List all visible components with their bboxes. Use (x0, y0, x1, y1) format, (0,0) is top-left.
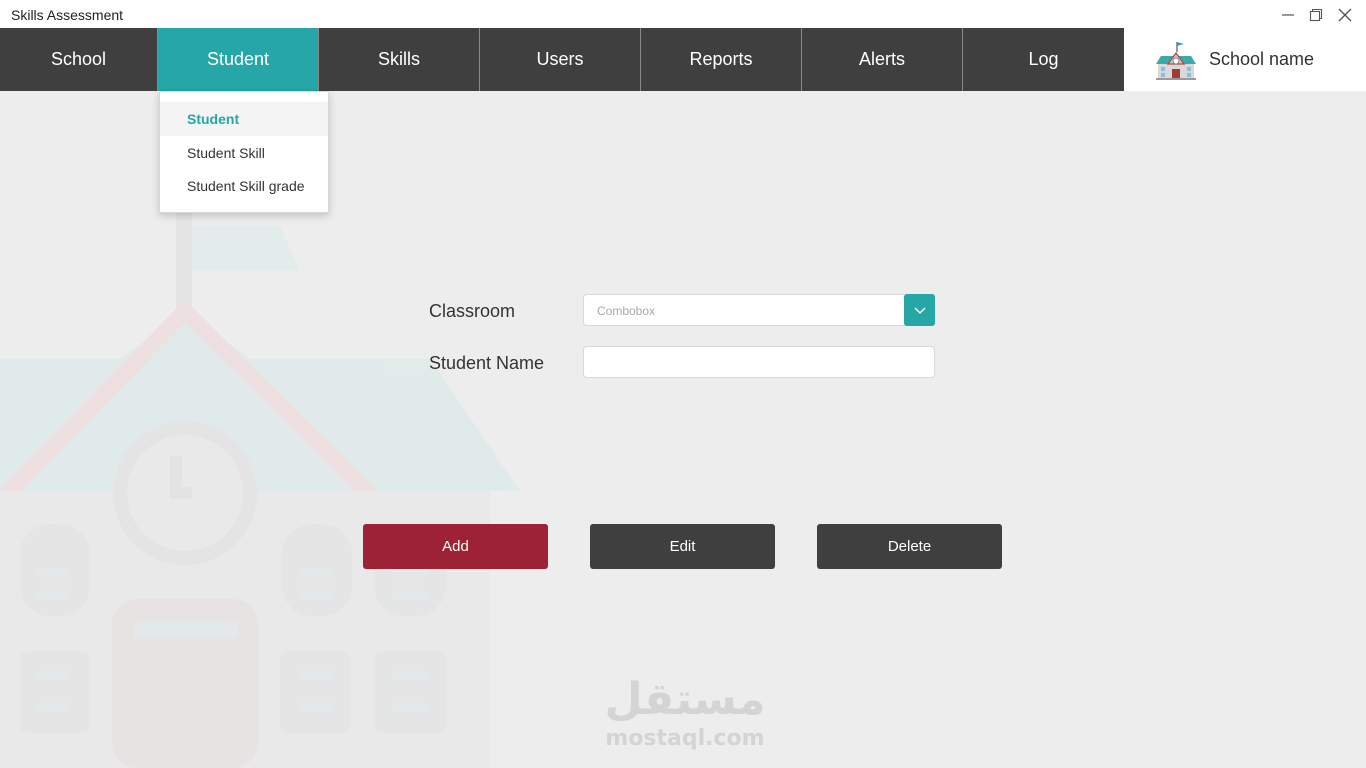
school-info: School name (1124, 28, 1366, 91)
chevron-down-icon (914, 307, 925, 314)
app-title: Skills Assessment (11, 7, 124, 23)
student-name-label: Student Name (429, 353, 545, 373)
close-button[interactable] (1332, 4, 1358, 26)
student-name-input[interactable] (583, 346, 935, 378)
watermark-arabic: مستقل (604, 674, 766, 725)
delete-button[interactable]: Delete (817, 524, 1002, 569)
nav-item-school[interactable]: School (0, 28, 158, 91)
classroom-label: Classroom (429, 301, 516, 321)
maximize-icon (1309, 8, 1323, 22)
menu-item-student[interactable]: Student (160, 102, 328, 136)
nav-item-reports[interactable]: Reports (641, 28, 802, 91)
minimize-icon (1282, 14, 1294, 16)
school-name: School name (1209, 49, 1315, 69)
main-nav: School Student Skills Users Reports Aler… (0, 28, 1124, 91)
nav-item-student[interactable]: Student (158, 28, 319, 91)
menu-item-student-skill-grade[interactable]: Student Skill grade (160, 169, 328, 202)
classroom-combobox[interactable]: Combobox (583, 294, 935, 326)
title-bar: Skills Assessment (0, 0, 1366, 28)
maximize-button[interactable] (1303, 4, 1329, 26)
nav-item-log[interactable]: Log (963, 28, 1124, 91)
menu-item-student-skill[interactable]: Student Skill (160, 136, 328, 169)
nav-item-users[interactable]: Users (480, 28, 641, 91)
edit-button[interactable]: Edit (590, 524, 775, 569)
classroom-dropdown-button[interactable] (904, 294, 935, 326)
close-icon (1338, 8, 1352, 22)
classroom-combobox-placeholder: Combobox (597, 304, 656, 318)
nav-item-alerts[interactable]: Alerts (802, 28, 963, 91)
student-dropdown-menu: Student Student Skill Student Skill grad… (159, 91, 329, 213)
nav-item-skills[interactable]: Skills (319, 28, 480, 91)
school-building-icon (1156, 41, 1196, 80)
minimize-button[interactable] (1275, 4, 1301, 26)
add-button[interactable]: Add (363, 524, 548, 569)
watermark-latin: mostaql.com (605, 726, 765, 751)
watermark: مستقل mostaql.com (600, 672, 770, 757)
